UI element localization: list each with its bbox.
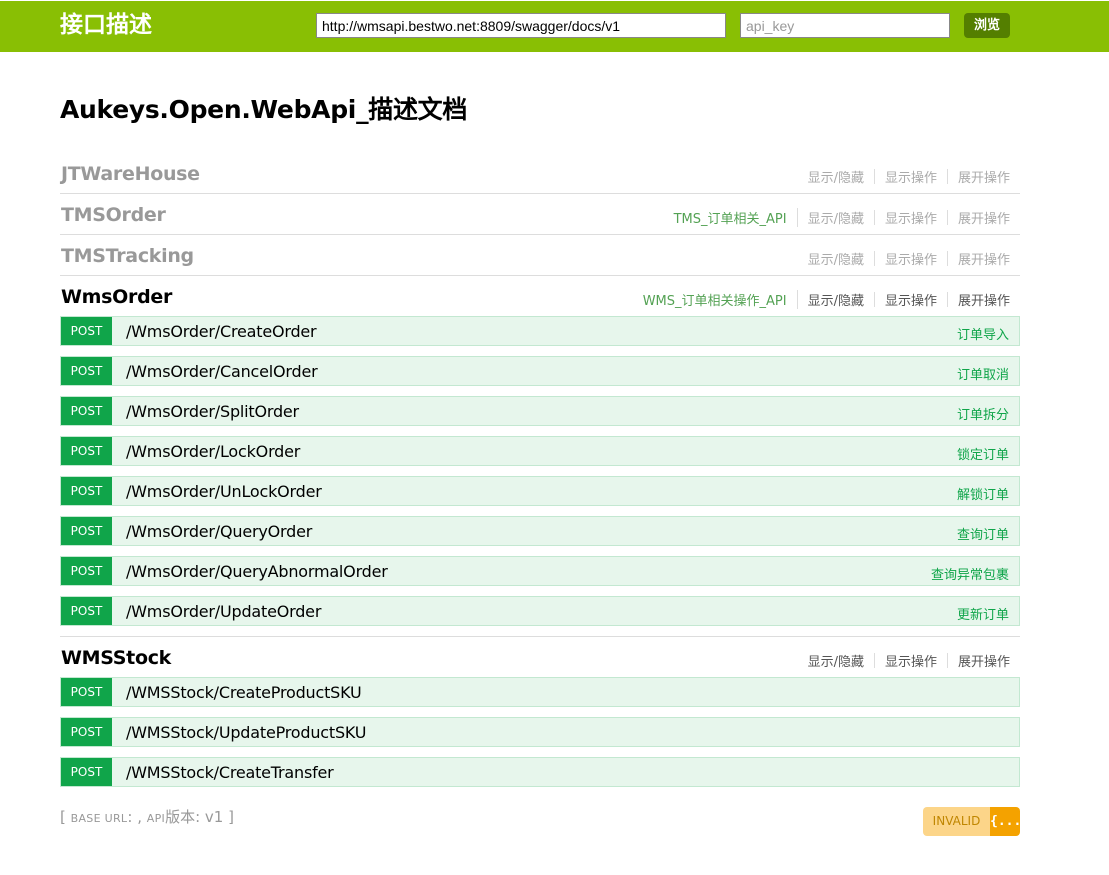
- http-method-badge[interactable]: POST: [61, 477, 112, 505]
- operation-summary[interactable]: 查询异常包裹: [931, 564, 1009, 583]
- base-url-value: : ,: [127, 808, 142, 826]
- operation-row[interactable]: POST /WmsOrder/UnLockOrder 解锁订单: [60, 476, 1020, 506]
- operation-path[interactable]: /WMSStock/CreateProductSKU: [126, 683, 362, 702]
- http-method-badge[interactable]: POST: [61, 557, 112, 585]
- operation-row[interactable]: POST /WmsOrder/QueryAbnormalOrder 查询异常包裹: [60, 556, 1020, 586]
- resource-name-wmsorder[interactable]: WmsOrder: [61, 286, 172, 308]
- separator: [873, 251, 875, 266]
- http-method-badge[interactable]: POST: [61, 317, 112, 345]
- resource-tmstracking: TMSTracking 显示/隐藏 显示操作 展开操作: [60, 235, 1020, 276]
- http-method-badge[interactable]: POST: [61, 397, 112, 425]
- resource-actions: TMS_订单相关_API 显示/隐藏 显示操作 展开操作: [674, 208, 1010, 227]
- http-method-badge[interactable]: POST: [61, 357, 112, 385]
- operation-summary[interactable]: 锁定订单: [957, 444, 1009, 463]
- resource-actions: 显示/隐藏 显示操作 展开操作: [808, 249, 1010, 268]
- operation-summary[interactable]: 订单取消: [957, 364, 1009, 383]
- separator: [873, 169, 875, 184]
- operation-summary[interactable]: 订单导入: [957, 324, 1009, 343]
- operation-path[interactable]: /WmsOrder/QueryOrder: [126, 522, 312, 541]
- api-label: API: [146, 812, 166, 825]
- validator-status: INVALID: [923, 807, 990, 836]
- operation-path[interactable]: /WMSStock/CreateTransfer: [126, 763, 334, 782]
- separator: [946, 292, 948, 307]
- expand-operations-link[interactable]: 展开操作: [958, 651, 1010, 670]
- toggle-link[interactable]: 显示/隐藏: [808, 290, 864, 309]
- operation-row[interactable]: POST /WMSStock/CreateTransfer: [60, 757, 1020, 787]
- http-method-badge[interactable]: POST: [61, 718, 112, 746]
- api-version: 版本: v1: [165, 808, 224, 826]
- operation-row[interactable]: POST /WmsOrder/CreateOrder 订单导入: [60, 316, 1020, 346]
- operation-path[interactable]: /WmsOrder/UpdateOrder: [126, 602, 321, 621]
- list-operations-link[interactable]: 显示操作: [885, 651, 937, 670]
- operation-summary[interactable]: 解锁订单: [957, 484, 1009, 503]
- separator: [946, 653, 948, 668]
- explore-button[interactable]: 浏览: [964, 13, 1010, 38]
- page-title: Aukeys.Open.WebApi_描述文档: [60, 95, 468, 124]
- operation-path[interactable]: /WmsOrder/CreateOrder: [126, 322, 317, 341]
- separator: [873, 210, 875, 225]
- operation-path[interactable]: /WmsOrder/CancelOrder: [126, 362, 318, 381]
- operation-row[interactable]: POST /WmsOrder/QueryOrder 查询订单: [60, 516, 1020, 546]
- resource-actions: WMS_订单相关操作_API 显示/隐藏 显示操作 展开操作: [643, 290, 1010, 309]
- operation-row[interactable]: POST /WmsOrder/CancelOrder 订单取消: [60, 356, 1020, 386]
- resource-name-tmstracking[interactable]: TMSTracking: [61, 245, 194, 267]
- footer-close-bracket: ]: [228, 808, 234, 826]
- toggle-link[interactable]: 显示/隐藏: [808, 167, 864, 186]
- header: 接口描述 浏览: [0, 0, 1109, 52]
- validator-badge[interactable]: INVALID {...}: [923, 807, 1020, 836]
- expand-operations-link[interactable]: 展开操作: [958, 208, 1010, 227]
- http-method-badge[interactable]: POST: [61, 597, 112, 625]
- operation-row[interactable]: POST /WMSStock/UpdateProductSKU: [60, 717, 1020, 747]
- resource-name-jtwarehouse[interactable]: JTWareHouse: [61, 163, 200, 185]
- logo[interactable]: 接口描述: [60, 10, 152, 40]
- operation-summary[interactable]: 更新订单: [957, 604, 1009, 623]
- separator: [946, 251, 948, 266]
- http-method-badge[interactable]: POST: [61, 517, 112, 545]
- spec-url-input[interactable]: [316, 13, 726, 38]
- api-key-input[interactable]: [740, 13, 950, 38]
- toggle-link[interactable]: 显示/隐藏: [808, 208, 864, 227]
- list-operations-link[interactable]: 显示操作: [885, 167, 937, 186]
- expand-operations-link[interactable]: 展开操作: [958, 290, 1010, 309]
- operation-row[interactable]: POST /WmsOrder/UpdateOrder 更新订单: [60, 596, 1020, 626]
- resource-jtwarehouse: JTWareHouse 显示/隐藏 显示操作 展开操作: [60, 153, 1020, 194]
- footer-open-bracket: [: [60, 808, 66, 826]
- resource-description[interactable]: WMS_订单相关操作_API: [643, 290, 798, 309]
- separator: [946, 169, 948, 184]
- resource-name-tmsorder[interactable]: TMSOrder: [61, 204, 166, 226]
- api-info-footer: [ BASE URL: , API版本: v1 ]: [60, 806, 234, 827]
- separator: [873, 653, 875, 668]
- resource-wmsstock: WMSStock 显示/隐藏 显示操作 展开操作: [60, 637, 1020, 677]
- http-method-badge[interactable]: POST: [61, 437, 112, 465]
- operation-row[interactable]: POST /WmsOrder/SplitOrder 订单拆分: [60, 396, 1020, 426]
- json-braces-icon: {...}: [990, 807, 1020, 836]
- resource-name-wmsstock[interactable]: WMSStock: [61, 647, 171, 669]
- operation-summary[interactable]: 订单拆分: [957, 404, 1009, 423]
- toggle-link[interactable]: 显示/隐藏: [808, 651, 864, 670]
- resource-tmsorder: TMSOrder TMS_订单相关_API 显示/隐藏 显示操作 展开操作: [60, 194, 1020, 235]
- resource-actions: 显示/隐藏 显示操作 展开操作: [808, 651, 1010, 670]
- operation-summary[interactable]: 查询订单: [957, 524, 1009, 543]
- resource-wmsorder: WmsOrder WMS_订单相关操作_API 显示/隐藏 显示操作 展开操作: [60, 276, 1020, 316]
- operation-path[interactable]: /WmsOrder/LockOrder: [126, 442, 300, 461]
- expand-operations-link[interactable]: 展开操作: [958, 249, 1010, 268]
- base-url-label: BASE URL: [70, 812, 128, 825]
- operation-path[interactable]: /WmsOrder/UnLockOrder: [126, 482, 322, 501]
- list-operations-link[interactable]: 显示操作: [885, 208, 937, 227]
- expand-operations-link[interactable]: 展开操作: [958, 167, 1010, 186]
- operation-path[interactable]: /WmsOrder/SplitOrder: [126, 402, 299, 421]
- separator: [946, 210, 948, 225]
- list-operations-link[interactable]: 显示操作: [885, 290, 937, 309]
- http-method-badge[interactable]: POST: [61, 678, 112, 706]
- operation-row[interactable]: POST /WMSStock/CreateProductSKU: [60, 677, 1020, 707]
- resource-description[interactable]: TMS_订单相关_API: [674, 208, 798, 227]
- toggle-link[interactable]: 显示/隐藏: [808, 249, 864, 268]
- http-method-badge[interactable]: POST: [61, 758, 112, 786]
- resource-actions: 显示/隐藏 显示操作 展开操作: [808, 167, 1010, 186]
- operation-path[interactable]: /WMSStock/UpdateProductSKU: [126, 723, 366, 742]
- separator: [873, 292, 875, 307]
- list-operations-link[interactable]: 显示操作: [885, 249, 937, 268]
- operation-row[interactable]: POST /WmsOrder/LockOrder 锁定订单: [60, 436, 1020, 466]
- operation-path[interactable]: /WmsOrder/QueryAbnormalOrder: [126, 562, 388, 581]
